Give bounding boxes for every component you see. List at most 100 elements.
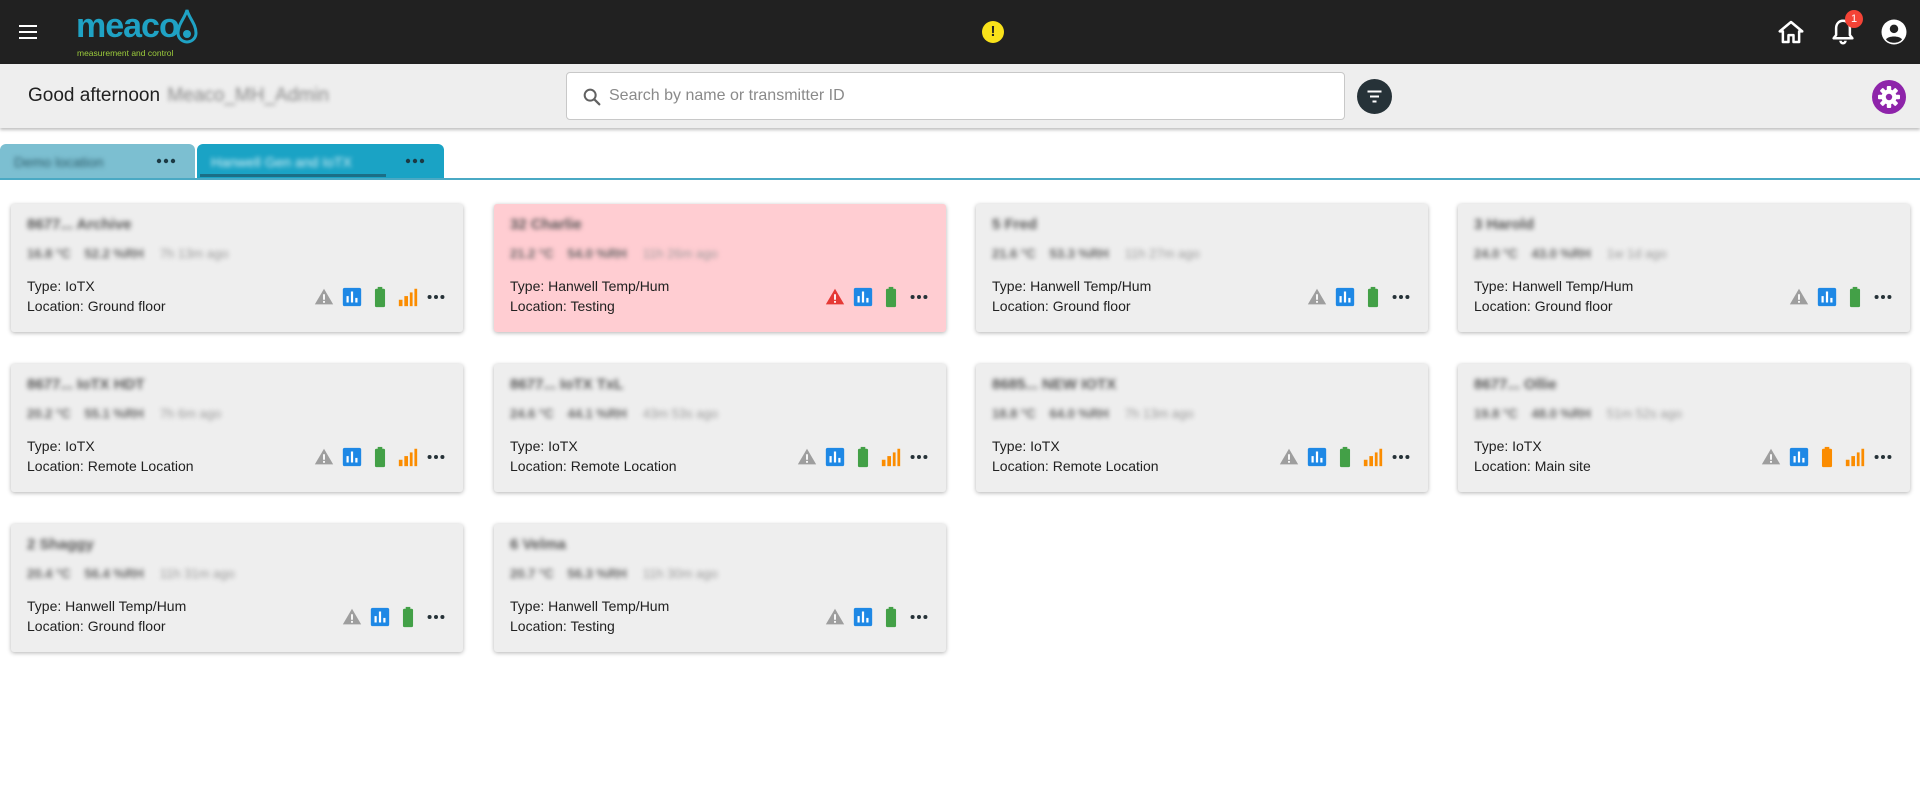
warning-icon[interactable] — [824, 286, 846, 308]
humidity-value: 48.0 %RH — [1531, 406, 1591, 421]
card-actions — [1788, 286, 1894, 308]
chart-icon[interactable] — [852, 286, 874, 308]
sensor-name: 8677... Archive — [27, 216, 132, 233]
warning-icon[interactable] — [1788, 286, 1810, 308]
warning-icon[interactable] — [313, 446, 335, 468]
sensor-type: Type: Hanwell Temp/Hum — [992, 278, 1152, 294]
sensor-type: Type: IoTX — [510, 438, 578, 454]
sensor-card[interactable]: 3 Harold 24.0 °C 43.0 %RH 1w 1d ago Type: Ha… — [1458, 204, 1910, 332]
sensor-name: 3 Harold — [1474, 216, 1535, 233]
home-icon[interactable] — [1776, 17, 1806, 47]
battery-icon[interactable] — [1844, 286, 1866, 308]
sensor-location: Location: Ground floor — [27, 298, 166, 314]
chart-icon[interactable] — [1816, 286, 1838, 308]
warning-icon[interactable] — [824, 606, 846, 628]
sensor-card[interactable]: 2 Shaggy 20.4 °C 56.4 %RH 11h 31m ago Type: … — [11, 524, 463, 652]
active-tab-indicator — [200, 174, 386, 177]
last-reading-time: 43m 53s ago — [642, 406, 718, 421]
search-input[interactable] — [609, 83, 1329, 109]
battery-icon[interactable] — [1816, 446, 1838, 468]
sensor-reading: 20.4 °C 56.4 %RH 11h 31m ago — [27, 566, 235, 581]
meaco-logo[interactable]: meaco measurement and control — [76, 6, 200, 60]
signal-strength-icon[interactable] — [880, 446, 902, 468]
chart-icon[interactable] — [852, 606, 874, 628]
temperature-value: 21.2 °C — [510, 246, 554, 261]
more-horiz-icon[interactable] — [1872, 446, 1894, 468]
account-circle-icon[interactable] — [1879, 17, 1909, 47]
card-actions — [1278, 446, 1412, 468]
chart-icon[interactable] — [1788, 446, 1810, 468]
battery-icon[interactable] — [369, 286, 391, 308]
gear-icon — [1878, 86, 1900, 108]
chart-icon[interactable] — [1306, 446, 1328, 468]
warning-icon[interactable] — [1278, 446, 1300, 468]
sensor-reading: 20.2 °C 55.1 %RH 7h 6m ago — [27, 406, 221, 421]
temperature-value: 19.8 °C — [1474, 406, 1518, 421]
search-box[interactable] — [566, 72, 1345, 120]
battery-icon[interactable] — [1362, 286, 1384, 308]
more-horiz-icon[interactable] — [403, 154, 427, 168]
tab-demo-location[interactable]: Demo location — [0, 144, 195, 178]
battery-icon[interactable] — [397, 606, 419, 628]
sensor-card[interactable]: 8677... IoTX TxL 24.6 °C 44.1 %RH 43m 53s a… — [494, 364, 946, 492]
more-horiz-icon[interactable] — [425, 606, 447, 628]
last-reading-time: 1w 1d ago — [1606, 246, 1667, 261]
humidity-value: 55.1 %RH — [84, 406, 144, 421]
sensor-reading: 24.0 °C 43.0 %RH 1w 1d ago — [1474, 246, 1667, 261]
sensor-reading: 18.8 °C 64.0 %RH 7h 13m ago — [992, 406, 1193, 421]
sensor-name: 8677... Ollie — [1474, 376, 1557, 393]
sensor-card[interactable]: 8677... Archive 16.8 °C 52.2 %RH 7h 13m ago… — [11, 204, 463, 332]
more-horiz-icon[interactable] — [1390, 286, 1412, 308]
sensor-card[interactable]: 8677... IoTX HDT 20.2 °C 55.1 %RH 7h 6m ago… — [11, 364, 463, 492]
sensor-card[interactable]: 32 Charlie 21.2 °C 54.0 %RH 11h 26m ago Type… — [494, 204, 946, 332]
chart-icon[interactable] — [824, 446, 846, 468]
filter-button[interactable] — [1357, 79, 1392, 114]
sensor-type: Type: IoTX — [27, 438, 95, 454]
sensor-card[interactable]: 5 Fred 21.6 °C 53.3 %RH 11h 27m ago Type: Ha… — [976, 204, 1428, 332]
sensor-card[interactable]: 6 Velma 20.7 °C 56.3 %RH 11h 30m ago Type: H… — [494, 524, 946, 652]
signal-strength-icon[interactable] — [397, 286, 419, 308]
battery-icon[interactable] — [852, 446, 874, 468]
system-alert-icon[interactable]: ! — [982, 21, 1004, 43]
sensor-location: Location: Testing — [510, 298, 615, 314]
tab-hanwell-gen-and-iotx[interactable]: Hanwell Gen and IoTX — [197, 144, 444, 178]
more-horiz-icon[interactable] — [425, 286, 447, 308]
sensor-type: Type: Hanwell Temp/Hum — [1474, 278, 1634, 294]
signal-strength-icon[interactable] — [1362, 446, 1384, 468]
more-horiz-icon[interactable] — [908, 446, 930, 468]
sensor-name: 5 Fred — [992, 216, 1038, 233]
sensor-type: Type: Hanwell Temp/Hum — [510, 278, 670, 294]
signal-strength-icon[interactable] — [397, 446, 419, 468]
more-horiz-icon[interactable] — [908, 286, 930, 308]
more-horiz-icon[interactable] — [908, 606, 930, 628]
sensor-card[interactable]: 8685... NEW IOTX 18.8 °C 64.0 %RH 7h 13m ag… — [976, 364, 1428, 492]
chart-icon[interactable] — [341, 286, 363, 308]
more-horiz-icon[interactable] — [1872, 286, 1894, 308]
warning-icon[interactable] — [313, 286, 335, 308]
temperature-value: 20.4 °C — [27, 566, 71, 581]
menu-icon[interactable] — [16, 20, 40, 44]
battery-icon[interactable] — [369, 446, 391, 468]
warning-icon[interactable] — [796, 446, 818, 468]
more-horiz-icon[interactable] — [154, 154, 178, 168]
sensor-location: Location: Main site — [1474, 458, 1591, 474]
tab-label: Demo location — [14, 154, 104, 170]
signal-strength-icon[interactable] — [1844, 446, 1866, 468]
battery-icon[interactable] — [880, 286, 902, 308]
chart-icon[interactable] — [1334, 286, 1356, 308]
battery-icon[interactable] — [1334, 446, 1356, 468]
sensor-type: Type: Hanwell Temp/Hum — [27, 598, 187, 614]
warning-icon[interactable] — [341, 606, 363, 628]
settings-button[interactable] — [1872, 80, 1906, 114]
sensor-card[interactable]: 8677... Ollie 19.8 °C 48.0 %RH 51m 52s ago T… — [1458, 364, 1910, 492]
chart-icon[interactable] — [369, 606, 391, 628]
sensor-location: Location: Remote Location — [992, 458, 1159, 474]
warning-icon[interactable] — [1306, 286, 1328, 308]
battery-icon[interactable] — [880, 606, 902, 628]
warning-icon[interactable] — [1760, 446, 1782, 468]
sensor-reading: 21.2 °C 54.0 %RH 11h 26m ago — [510, 246, 718, 261]
sensor-type: Type: Hanwell Temp/Hum — [510, 598, 670, 614]
chart-icon[interactable] — [341, 446, 363, 468]
more-horiz-icon[interactable] — [1390, 446, 1412, 468]
more-horiz-icon[interactable] — [425, 446, 447, 468]
